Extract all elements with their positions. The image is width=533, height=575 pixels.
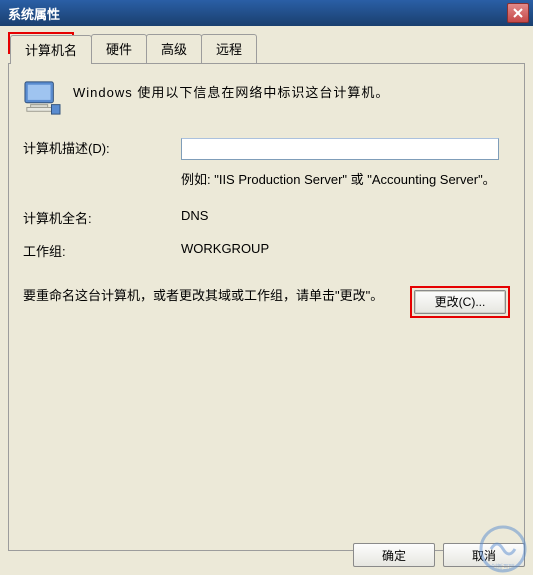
fullname-row: 计算机全名: DNS <box>23 208 510 227</box>
window-title: 系统属性 <box>8 4 60 23</box>
description-label: 计算机描述(D): <box>23 138 181 157</box>
computer-icon <box>23 80 61 116</box>
tab-advanced[interactable]: 高级 <box>146 34 202 63</box>
intro-text: Windows 使用以下信息在网络中标识这台计算机。 <box>73 80 389 101</box>
tab-hardware[interactable]: 硬件 <box>91 34 147 63</box>
dialog-button-row: 确定 取消 <box>353 543 525 567</box>
change-button[interactable]: 更改(C)... <box>414 290 506 314</box>
workgroup-label: 工作组: <box>23 241 181 260</box>
change-button-highlight-annotation: 更改(C)... <box>410 286 510 318</box>
intro-row: Windows 使用以下信息在网络中标识这台计算机。 <box>23 80 510 116</box>
description-input[interactable] <box>181 138 499 160</box>
tabs-row: 计算机名 硬件 高级 远程 <box>10 26 533 63</box>
tab-panel-computer-name: Windows 使用以下信息在网络中标识这台计算机。 计算机描述(D): 例如:… <box>8 63 525 551</box>
cancel-button[interactable]: 取消 <box>443 543 525 567</box>
description-row: 计算机描述(D): <box>23 138 510 160</box>
ok-button[interactable]: 确定 <box>353 543 435 567</box>
tab-remote[interactable]: 远程 <box>201 34 257 63</box>
tab-computer-name[interactable]: 计算机名 <box>10 35 92 64</box>
window-body: 计算机名 硬件 高级 远程 Windows 使用以下信息在网络中标识这台计算机。… <box>0 26 533 575</box>
titlebar: 系统属性 <box>0 0 533 26</box>
close-icon <box>513 8 523 18</box>
rename-section: 要重命名这台计算机，或者更改其域或工作组，请单击"更改"。 更改(C)... <box>23 286 510 318</box>
fullname-value: DNS <box>181 208 510 227</box>
rename-text: 要重命名这台计算机，或者更改其域或工作组，请单击"更改"。 <box>23 286 410 307</box>
description-example: 例如: "IIS Production Server" 或 "Accountin… <box>181 170 510 190</box>
close-button[interactable] <box>507 3 529 23</box>
fullname-label: 计算机全名: <box>23 208 181 227</box>
workgroup-value: WORKGROUP <box>181 241 510 260</box>
workgroup-row: 工作组: WORKGROUP <box>23 241 510 260</box>
